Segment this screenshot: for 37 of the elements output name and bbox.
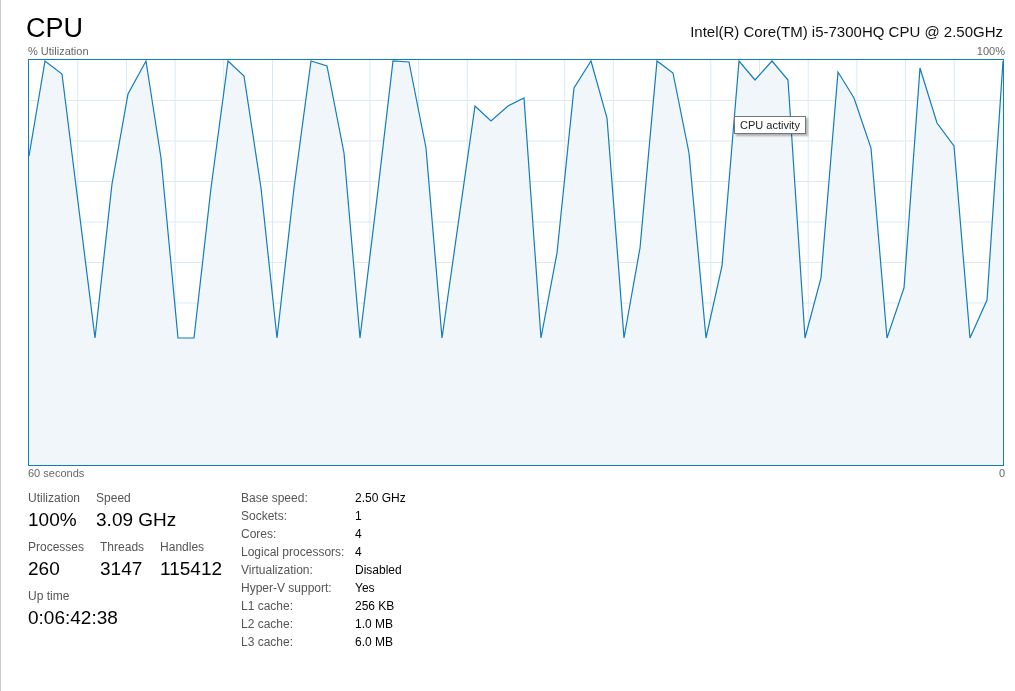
detail-value: 1.0 MB [355, 616, 394, 633]
page-title: CPU [26, 12, 83, 44]
axis-label: 0 [998, 466, 1005, 481]
axis-label: % Utilization [28, 44, 89, 59]
detail-label: L2 cache: [241, 616, 295, 633]
stat-label: Utilization [28, 490, 81, 507]
stat-label: Processes [28, 539, 85, 556]
detail-label: L3 cache: [241, 634, 295, 651]
axis-label: 100% [976, 44, 1005, 59]
stat-value: 3147 [100, 557, 144, 581]
detail-label: Cores: [241, 526, 278, 543]
stat-label: Threads [100, 539, 145, 556]
stat-value: 115412 [160, 557, 223, 581]
stat-value: 0:06:42:38 [28, 606, 118, 630]
detail-value: Yes [355, 580, 376, 597]
detail-value: 4 [355, 544, 363, 561]
axis-label: 60 seconds [28, 466, 85, 481]
tooltip: CPU activity [734, 116, 806, 134]
detail-value: 2.50 GHz [355, 490, 406, 507]
detail-value: 6.0 MB [355, 634, 394, 651]
detail-label: Base speed: [241, 490, 309, 507]
detail-value: 4 [355, 526, 363, 543]
stat-label: Handles [160, 539, 206, 556]
detail-value: Disabled [355, 562, 403, 579]
detail-label: Logical processors: [241, 544, 346, 561]
stat-label: Up time [28, 588, 71, 605]
stat-value: 100% [28, 508, 78, 532]
stat-label: Speed [96, 490, 132, 507]
stat-value: 3.09 GHz [96, 508, 177, 532]
detail-label: Sockets: [241, 508, 289, 525]
detail-label: L1 cache: [241, 598, 295, 615]
detail-value: 1 [355, 508, 363, 525]
detail-value: 256 KB [355, 598, 396, 615]
stat-value: 260 [28, 557, 61, 581]
detail-label: Hyper-V support: [241, 580, 333, 597]
processor-name: Intel(R) Core(TM) i5-7300HQ CPU @ 2.50GHz [690, 22, 1003, 42]
detail-label: Virtualization: [241, 562, 314, 579]
